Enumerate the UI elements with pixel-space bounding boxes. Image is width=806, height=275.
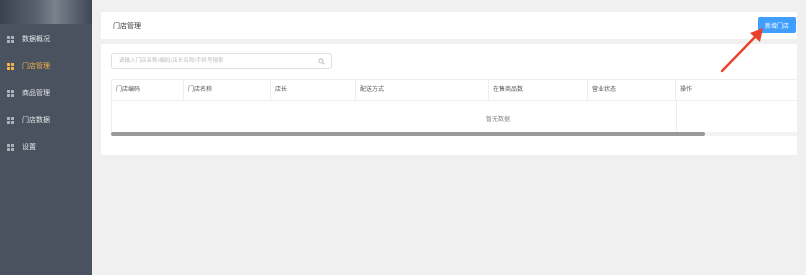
annotation-arrow [720, 28, 763, 73]
